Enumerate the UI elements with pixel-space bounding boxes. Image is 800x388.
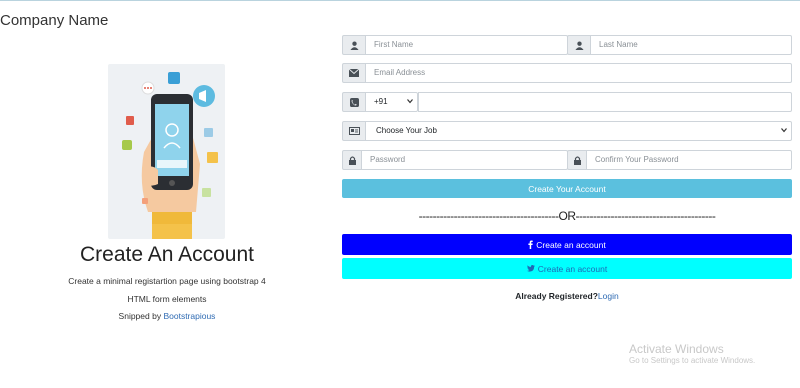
twitter-icon [526,265,535,272]
twitter-signup-button[interactable]: Create an account [342,258,792,279]
last-name-group: Last Name [567,35,792,55]
facebook-icon [528,240,533,249]
description-line-2: HTML form elements [127,294,207,304]
job-group: Choose Your Job [342,121,792,141]
phone-group: +91 [342,92,792,112]
login-link[interactable]: Login [598,291,619,301]
country-code-value: +91 [374,97,388,106]
confirm-password-group: Confirm Your Password [567,150,792,170]
create-account-button-label: Create Your Account [528,183,606,194]
country-code-select[interactable]: +91 [366,92,418,112]
envelope-icon [342,63,366,83]
email-group: Email Address [342,63,792,83]
phone-in-hand-image [122,72,218,239]
already-registered-line: Already Registered?Login [342,291,792,301]
hero-illustration [108,64,225,239]
id-card-icon [342,121,366,141]
activate-windows-title: Activate Windows [629,342,724,356]
twitter-signup-label: Create an account [537,263,608,274]
lock-icon [567,150,587,170]
activate-windows-subtitle: Go to Settings to activate Windows. [629,356,756,365]
confirm-password-input[interactable]: Confirm Your Password [587,150,792,170]
email-input[interactable]: Email Address [366,63,792,83]
password-group: Password [342,150,568,170]
facebook-signup-button[interactable]: Create an account [342,234,792,255]
snipped-by-label: Snipped by [118,311,164,321]
already-registered-text: Already Registered? [515,291,598,301]
chevron-down-icon [407,99,413,104]
facebook-signup-label: Create an account [536,239,606,250]
first-name-input[interactable]: First Name [366,35,568,55]
chevron-down-icon [781,128,787,133]
create-account-button[interactable]: Create Your Account [342,179,792,198]
password-input[interactable]: Password [362,150,568,170]
job-select[interactable]: Choose Your Job [366,121,792,141]
last-name-input[interactable]: Last Name [591,35,792,55]
job-selected-value: Choose Your Job [376,126,437,135]
or-divider: ----------------------------------------… [418,209,716,223]
brand-name[interactable]: Company Name [0,12,108,29]
description-line-1: Create a minimal registartion page using… [68,276,266,286]
phone-icon [342,92,366,112]
phone-input[interactable] [418,92,792,112]
user-icon [342,35,366,55]
create-account-heading: Create An Account [80,243,254,266]
first-name-group: First Name [342,35,568,55]
snipped-by-line: Snipped by Bootstrapious [0,311,334,321]
bootstrapious-link[interactable]: Bootstrapious [163,311,215,321]
lock-icon [342,150,362,170]
user-icon [567,35,591,55]
